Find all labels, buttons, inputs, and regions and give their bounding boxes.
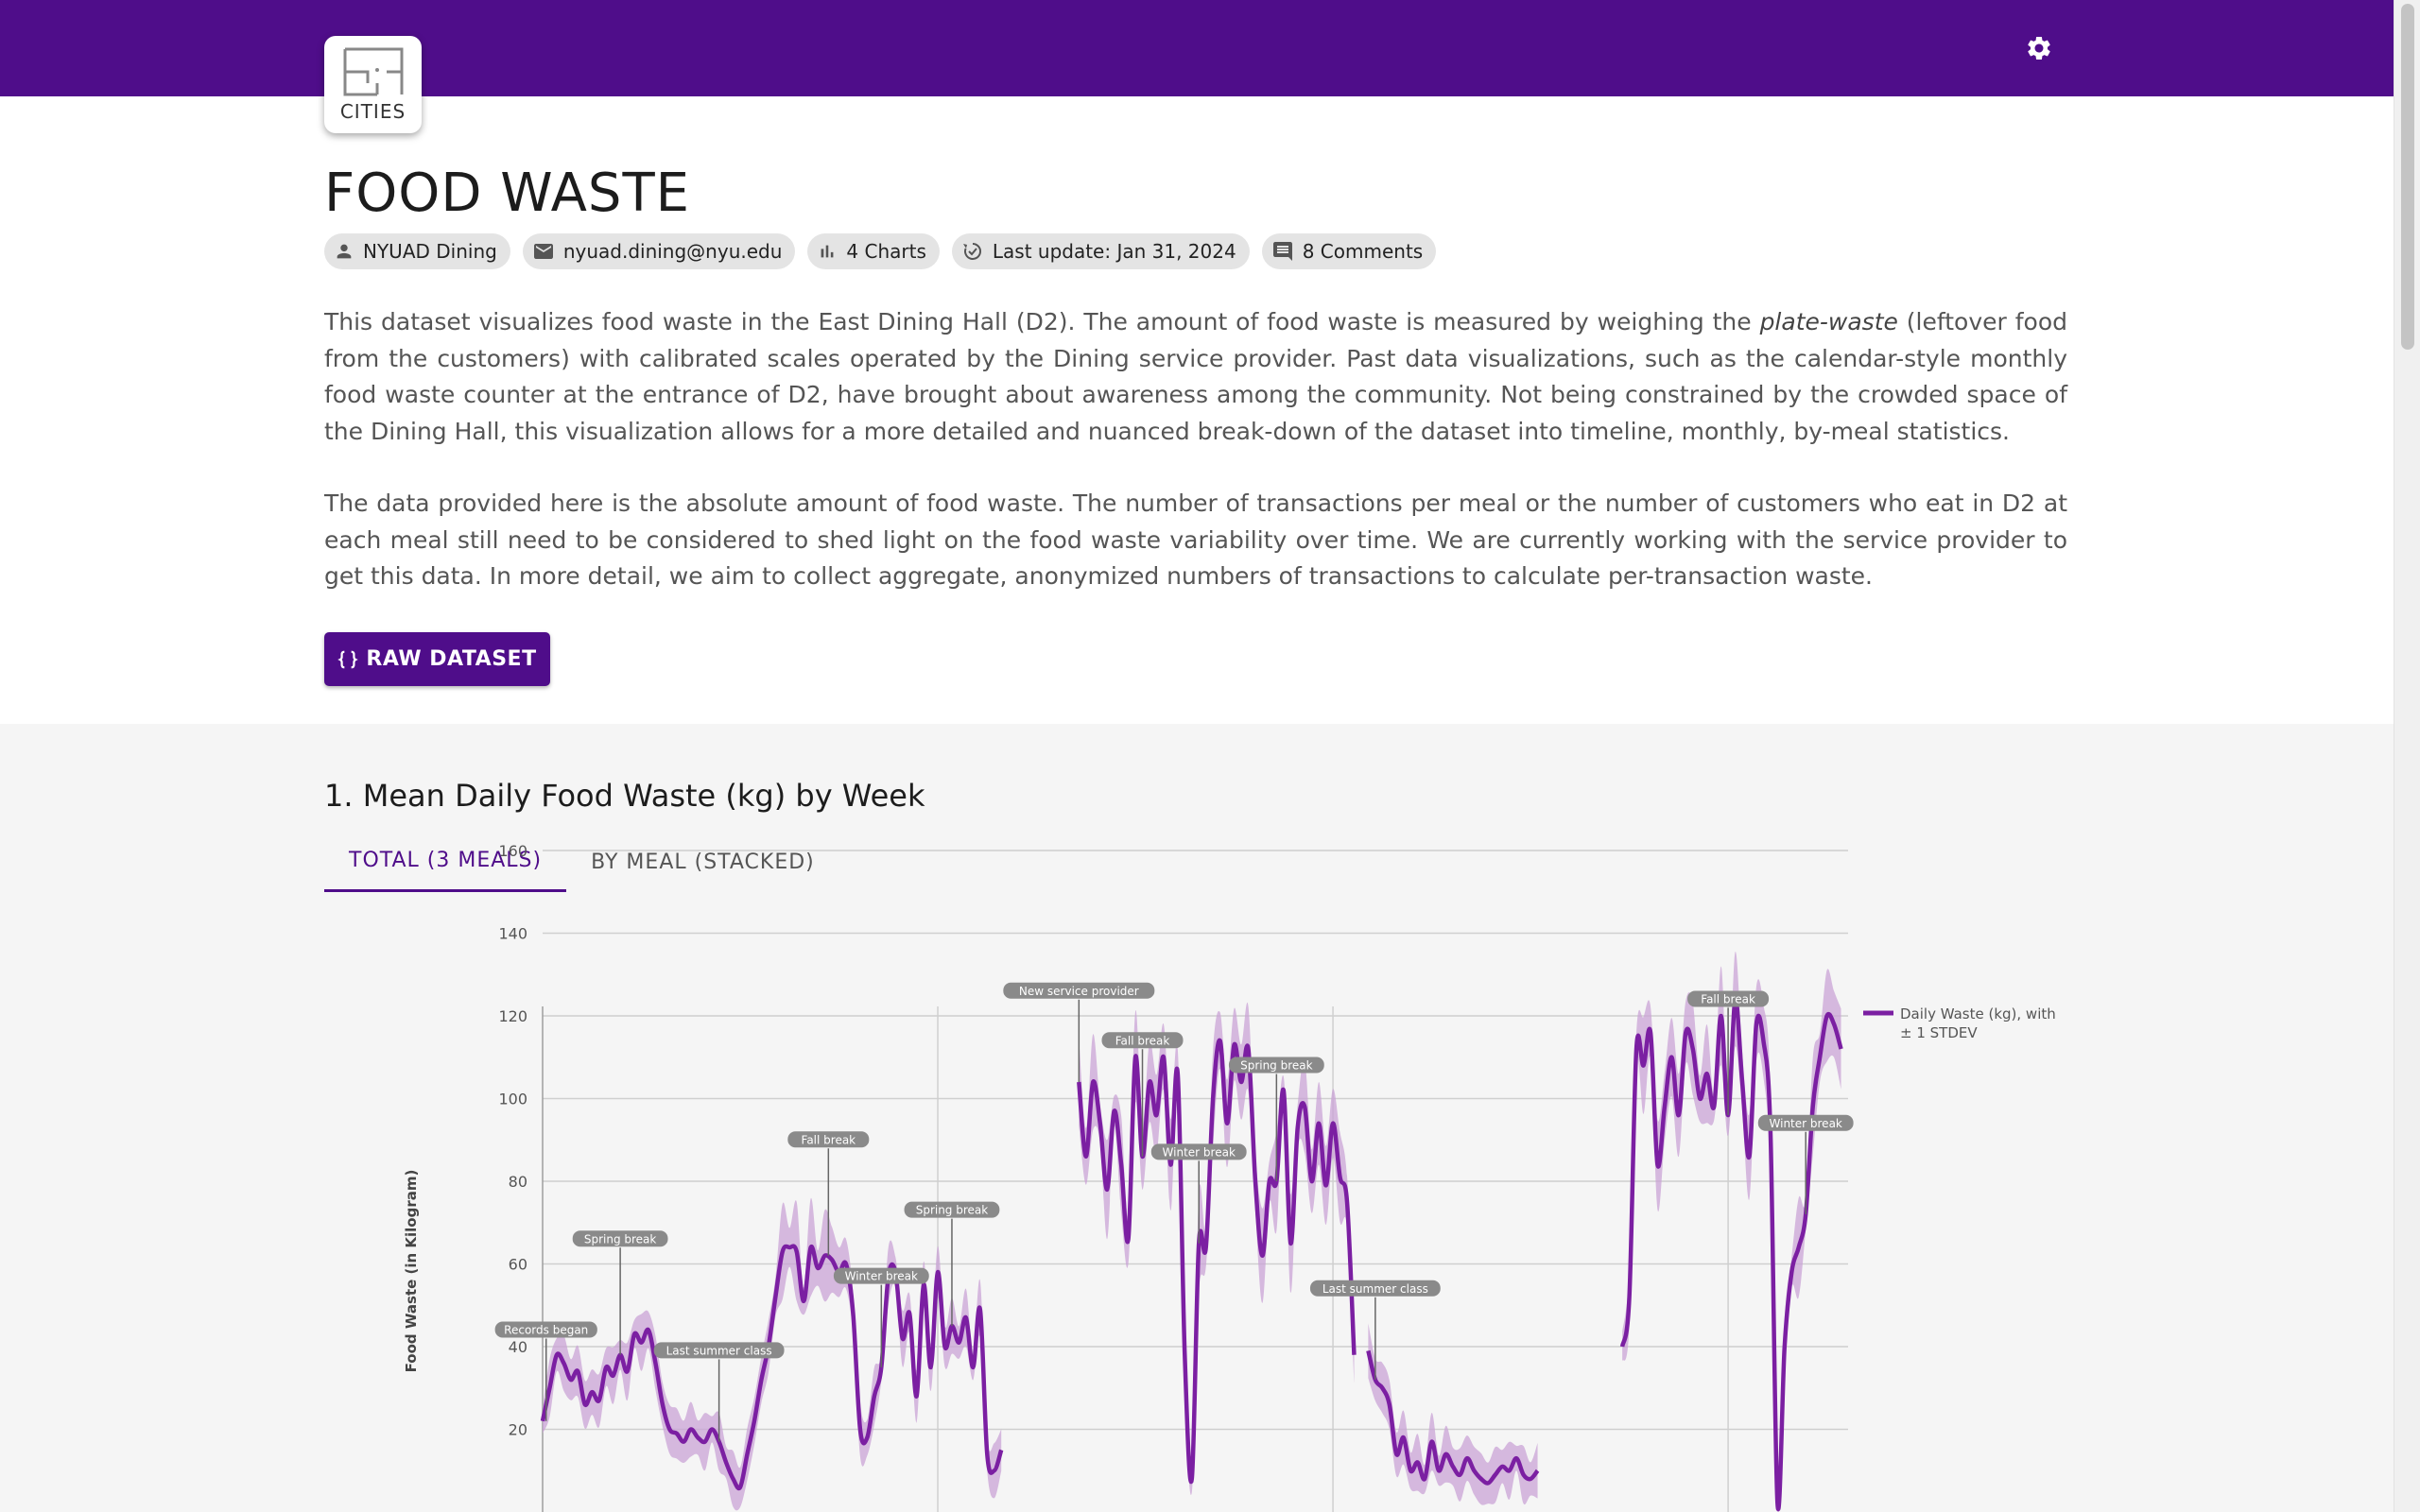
y-tick-label: 100 <box>498 1091 527 1108</box>
annotation-label: Winter break <box>1163 1145 1236 1159</box>
chart-legend: Daily Waste (kg), with ± 1 STDEV <box>1863 1005 2056 1041</box>
annotation-label: Last summer class <box>666 1344 772 1357</box>
y-tick-label: 120 <box>498 1007 527 1025</box>
annotation-label: Winter break <box>1770 1117 1842 1130</box>
y-tick-label: 80 <box>509 1173 527 1191</box>
y-axis-label: Food Waste (in Kilogram) <box>403 1170 420 1373</box>
y-tick-label: 160 <box>498 842 527 860</box>
y-axis: 20 40 60 80 100 120 140 160 <box>498 842 527 1439</box>
series-line <box>1619 997 1843 1511</box>
page-scrollbar[interactable] <box>2394 0 2420 1512</box>
y-tick-label: 60 <box>509 1256 527 1274</box>
annotation-label: Last summer class <box>1322 1282 1428 1296</box>
food-waste-line-chart: Records began Spring break Last summer cla… <box>403 842 2056 1512</box>
chart-annotation: Last summer class <box>1309 1280 1441 1380</box>
annotation-label: New service provider <box>1019 985 1139 998</box>
annotation-label: Records began <box>504 1324 588 1337</box>
annotation-label: Fall break <box>1115 1034 1170 1047</box>
annotation-label: Fall break <box>802 1133 856 1146</box>
scrollbar-thumb[interactable] <box>2401 4 2414 350</box>
stdev-band <box>1368 1323 1538 1505</box>
legend-label-line-2: ± 1 STDEV <box>1900 1024 1978 1041</box>
legend-label-line-1: Daily Waste (kg), with <box>1900 1005 2056 1022</box>
chart-annotation: Winter break <box>1150 1143 1247 1244</box>
y-tick-label: 20 <box>509 1421 527 1439</box>
logo-text: CITIES <box>339 100 406 123</box>
cities-logo-mark <box>343 47 404 96</box>
y-tick-label: 40 <box>509 1338 527 1356</box>
series-line <box>1077 1038 1357 1484</box>
annotation-label: Fall break <box>1701 993 1755 1006</box>
cities-logo[interactable]: CITIES <box>324 36 422 133</box>
annotation-label: Winter break <box>845 1270 918 1283</box>
annotation-label: Spring break <box>584 1232 657 1246</box>
y-tick-label: 140 <box>498 925 527 943</box>
annotation-label: Spring break <box>916 1204 989 1217</box>
chart-annotation: Fall break <box>787 1131 870 1256</box>
annotation-label: Spring break <box>1240 1059 1313 1073</box>
